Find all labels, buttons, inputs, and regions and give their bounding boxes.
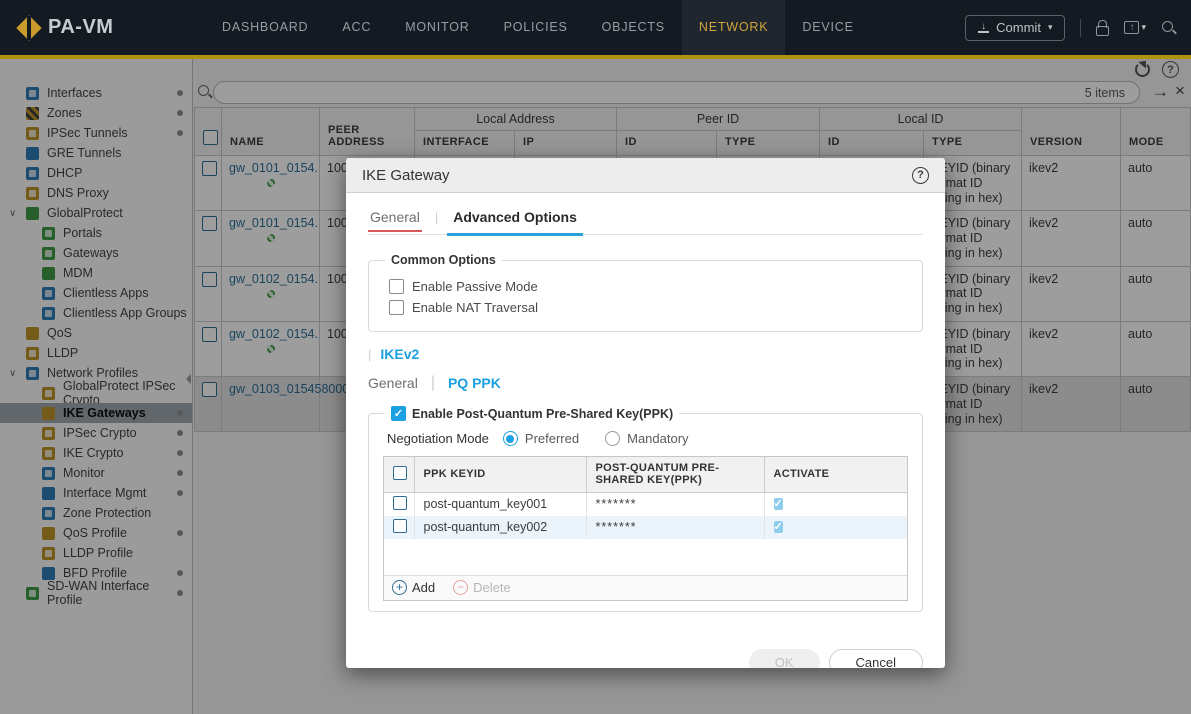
preferred-radio[interactable]: [502, 431, 518, 446]
ppk-grid-empty-area: [384, 538, 907, 575]
enable-ppk-checkbox[interactable]: ✓: [391, 406, 406, 421]
ikev2-section-header: | IKEv2: [368, 346, 923, 362]
enable-passive-mode-row: Enable Passive Mode: [389, 279, 908, 294]
nav-tab-device[interactable]: DEVICE: [785, 0, 870, 55]
ppk-row-checkbox[interactable]: [393, 518, 407, 533]
dialog-actions: OK Cancel: [368, 648, 923, 668]
ppk-select-all-checkbox[interactable]: [393, 465, 407, 480]
nav-menu: DASHBOARD ACC MONITOR POLICIES OBJECTS N…: [205, 0, 871, 55]
subtab-general[interactable]: General: [368, 375, 418, 391]
brand: PA-VM: [16, 0, 113, 55]
tab-separator: |: [434, 210, 439, 225]
ok-button[interactable]: OK: [748, 648, 820, 668]
activate-checkbox-checked[interactable]: ✓: [773, 521, 783, 533]
negotiation-mode-row: Negotiation Mode Preferred Mandatory: [387, 431, 908, 446]
commit-button[interactable]: ↓ Commit ▾: [965, 14, 1066, 41]
add-button[interactable]: + Add: [392, 580, 435, 595]
commit-icon: ↓: [978, 22, 990, 33]
section-separator: |: [368, 346, 372, 362]
brand-name: PA-VM: [48, 16, 114, 38]
ppk-row[interactable]: post-quantum_key001 ******* ✓: [384, 492, 907, 516]
preferred-label: Preferred: [524, 431, 580, 446]
dialog-tabs: General | Advanced Options: [368, 209, 923, 236]
ikev2-subtabs: General | PQ PPK: [368, 374, 923, 392]
mandatory-label: Mandatory: [627, 431, 689, 446]
ppk-col-keyid[interactable]: PPK KEYID: [414, 457, 587, 493]
global-search-icon[interactable]: [1161, 20, 1177, 36]
minus-circle-icon: −: [453, 580, 469, 595]
ppk-row[interactable]: post-quantum_key002 ******* ✓: [384, 515, 907, 539]
export-icon: ↑: [1124, 21, 1140, 34]
nav-right-tools: ↓ Commit ▾ ↑ ▾: [965, 0, 1177, 55]
nav-tab-network[interactable]: NETWORK: [681, 0, 786, 55]
gold-accent-bar: [0, 55, 1191, 59]
nav-tab-acc[interactable]: ACC: [325, 0, 388, 55]
nav-tab-monitor[interactable]: MONITOR: [388, 0, 486, 55]
ppk-select-all-header: [384, 457, 415, 493]
plus-circle-icon: +: [392, 580, 407, 595]
tab-general[interactable]: General: [368, 209, 422, 234]
subtab-separator: |: [430, 374, 435, 391]
ike-gateway-dialog: IKE Gateway ? General | Advanced Options…: [346, 158, 945, 668]
palo-alto-logo-icon: [16, 14, 42, 41]
lock-icon[interactable]: [1096, 19, 1110, 36]
chevron-down-icon: ▾: [1047, 22, 1053, 32]
common-options-legend: Common Options: [391, 253, 496, 267]
ppk-group: ✓ Enable Post-Quantum Pre-Shared Key(PPK…: [368, 406, 923, 612]
enable-nat-traversal-row: Enable NAT Traversal: [389, 300, 908, 315]
nav-tab-policies[interactable]: POLICIES: [487, 0, 585, 55]
delete-button[interactable]: − Delete: [453, 580, 511, 595]
ppk-grid: PPK KEYID POST-QUANTUM PRE-SHARED KEY(PP…: [383, 456, 908, 601]
common-options-group: Common Options Enable Passive Mode Enabl…: [368, 253, 923, 332]
dialog-titlebar: IKE Gateway ?: [346, 158, 945, 193]
enable-nat-traversal-checkbox[interactable]: [389, 300, 404, 315]
nav-tab-objects[interactable]: OBJECTS: [585, 0, 682, 55]
ikev2-label[interactable]: IKEv2: [380, 346, 419, 362]
nav-tab-dashboard[interactable]: DASHBOARD: [205, 0, 325, 55]
mandatory-radio[interactable]: [605, 431, 621, 446]
enable-nat-traversal-label: Enable NAT Traversal: [412, 300, 538, 315]
chevron-down-icon: ▾: [1141, 22, 1146, 32]
dialog-help-icon[interactable]: ?: [912, 166, 929, 184]
screen: PA-VM DASHBOARD ACC MONITOR POLICIES OBJ…: [0, 0, 1191, 714]
enable-passive-mode-label: Enable Passive Mode: [412, 279, 538, 294]
tab-advanced-options[interactable]: Advanced Options: [447, 209, 583, 236]
negotiation-mode-label: Negotiation Mode: [387, 431, 489, 446]
ppk-col-key[interactable]: POST-QUANTUM PRE-SHARED KEY(PPK): [586, 457, 765, 493]
ppk-grid-footer: + Add − Delete: [384, 574, 907, 600]
ppk-legend: ✓ Enable Post-Quantum Pre-Shared Key(PPK…: [385, 406, 679, 421]
commit-label: Commit: [996, 20, 1041, 35]
subtab-pq-ppk[interactable]: PQ PPK: [448, 375, 501, 391]
nav-divider: [1080, 18, 1082, 37]
enable-ppk-label: Enable Post-Quantum Pre-Shared Key(PPK): [412, 406, 674, 421]
ppk-col-activate[interactable]: ACTIVATE: [764, 457, 907, 493]
config-export-button[interactable]: ↑ ▾: [1124, 21, 1146, 34]
activate-checkbox-checked[interactable]: ✓: [773, 498, 783, 510]
dialog-body: General | Advanced Options Common Option…: [346, 209, 945, 668]
dialog-title: IKE Gateway: [362, 166, 450, 184]
cancel-button[interactable]: Cancel: [828, 648, 923, 668]
top-nav: PA-VM DASHBOARD ACC MONITOR POLICIES OBJ…: [0, 0, 1191, 55]
enable-passive-mode-checkbox[interactable]: [389, 279, 404, 294]
ppk-row-checkbox[interactable]: [393, 495, 407, 510]
